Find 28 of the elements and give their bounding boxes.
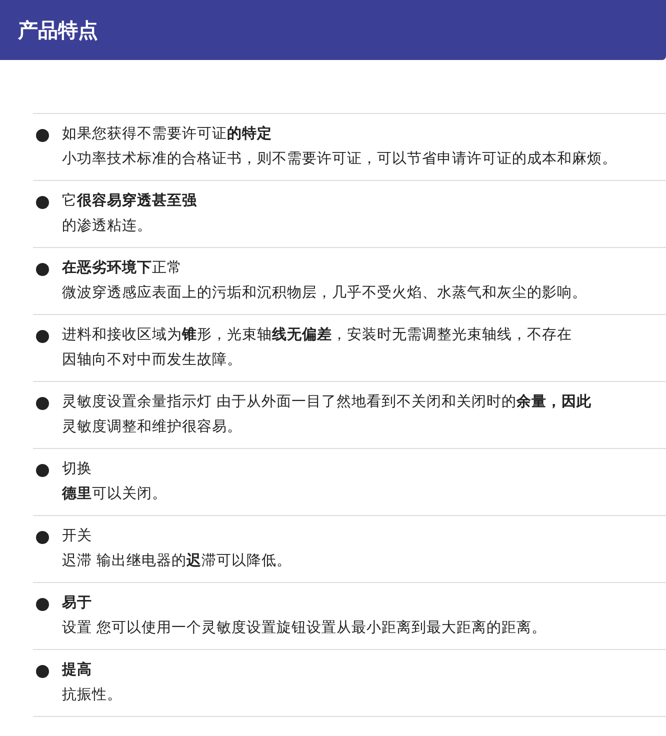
page-title: 产品特点 <box>18 16 98 44</box>
feature-text: 抗振性。 <box>62 687 122 703</box>
bullet-icon <box>36 598 49 611</box>
feature-text: 提高 <box>62 662 92 678</box>
bullet-icon <box>36 531 49 544</box>
bullet-icon <box>36 665 49 678</box>
feature-text: 进料和接收区域为锥形，光束轴线无偏差，安装时无需调整光束轴线，不存在 <box>62 327 572 343</box>
bullet-icon <box>36 397 49 410</box>
feature-text: 德里可以关闭。 <box>62 486 167 502</box>
bullet-icon <box>36 464 49 477</box>
bullet-icon <box>36 263 49 276</box>
feature-text: 因轴向不对中而发生故障。 <box>62 352 242 368</box>
feature-text: 易于 <box>62 595 92 611</box>
feature-text: 开关 <box>62 528 92 544</box>
feature-text: 它很容易穿透甚至强 <box>62 193 197 209</box>
bullet-icon <box>36 129 49 142</box>
feature-text: 切换 <box>62 461 92 477</box>
feature-text: 微波穿透感应表面上的污垢和沉积物层，几乎不受火焰、水蒸气和灰尘的影响。 <box>62 285 587 301</box>
feature-text: 小功率技术标准的合格证书，则不需要许可证，可以节省申请许可证的成本和麻烦。 <box>62 151 617 167</box>
feature-text: 在恶劣环境下正常 <box>62 260 182 276</box>
feature-text: 迟滞 输出继电器的迟滞可以降低。 <box>62 553 292 569</box>
bullet-icon <box>36 196 49 209</box>
feature-text: 灵敏度调整和维护很容易。 <box>62 419 242 435</box>
feature-text: 设置 您可以使用一个灵敏度设置旋钮设置从最小距离到最大距离的距离。 <box>62 620 547 636</box>
feature-text: 灵敏度设置余量指示灯 由于从外面一目了然地看到不关闭和关闭时的余量，因此 <box>62 394 592 410</box>
bullet-icon <box>36 330 49 343</box>
feature-text: 如果您获得不需要许可证的特定 <box>62 126 272 142</box>
feature-text: 的渗透粘连。 <box>62 218 152 234</box>
